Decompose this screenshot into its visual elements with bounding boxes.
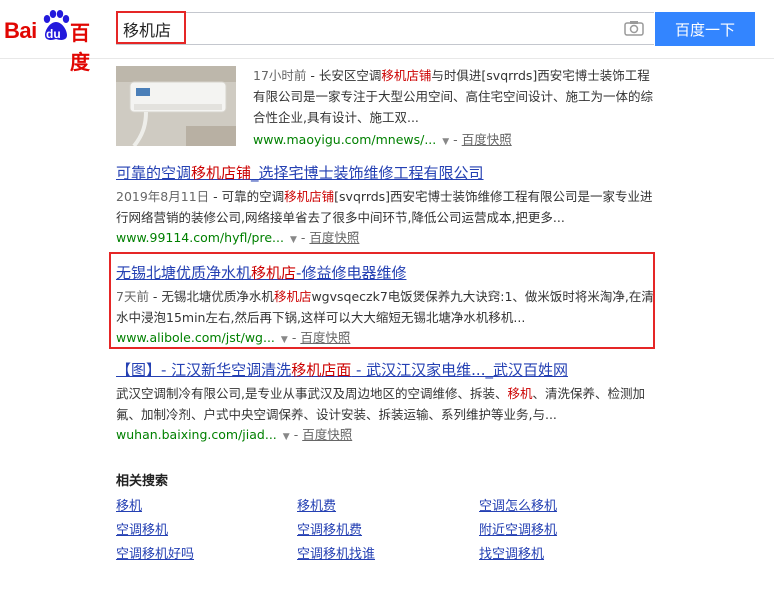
search-result: 无锡北塘优质净水机移机店-修益修电器维修 7天前 - 无锡北塘优质净水机移机店w… [116, 262, 654, 350]
result-url-line: www.alibole.com/jst/wg... ▼ - 百度快照 [116, 328, 654, 350]
search-result: 【图】- 江汉新华空调清洗移机店面 - 武汉江汉家电维..._武汉百姓网 武汉空… [116, 359, 656, 447]
url-separator: - [453, 132, 458, 147]
url-separator: - [291, 330, 297, 345]
title-text: - 武汉江汉家电维..._武汉百姓网 [351, 361, 568, 379]
title-text: -修益修电器维修 [296, 264, 407, 282]
related-search-link[interactable]: 移机 [116, 497, 142, 517]
search-result: 17小时前 - 长安区空调移机店铺与时俱进[svqrrds]西安宅博士装饰工程有… [253, 65, 653, 152]
title-highlight: 移机店 [251, 264, 297, 282]
abstract-text: 可靠的空调 [221, 189, 285, 204]
title-text: 可靠的空调 [116, 164, 192, 182]
related-search-link[interactable]: 空调移机找谁 [297, 545, 375, 565]
abstract-highlight: 移机店 [273, 289, 312, 304]
result-url-line: www.maoyigu.com/mnews/... ▼ - 百度快照 [253, 130, 653, 152]
search-result: 可靠的空调移机店铺_选择宅博士装饰维修工程有限公司 2019年8月11日 - 可… [116, 162, 656, 250]
result-date: 7天前 [116, 289, 149, 304]
cache-link[interactable]: 百度快照 [309, 230, 359, 245]
title-text: 无锡北塘优质净水机 [116, 264, 252, 282]
title-text: _选择宅博士装饰维修工程有限公司 [251, 164, 484, 182]
search-button[interactable]: 百度一下 [655, 12, 755, 46]
logo-text-bai: Bai [4, 18, 37, 43]
cache-link[interactable]: 百度快照 [300, 330, 350, 345]
result-abstract: 武汉空调制冷有限公司,是专业从事武汉及周边地区的空调维修、拆装、移机、清洗保养、… [116, 383, 656, 425]
result-url-line: www.99114.com/hyfl/pre... ▼ - 百度快照 [116, 228, 656, 250]
date-separator: - [306, 68, 319, 83]
dropdown-arrow-icon[interactable]: ▼ [281, 335, 288, 345]
abstract-text: 长安区空调 [318, 68, 382, 83]
abstract-highlight: 移机店铺 [284, 189, 335, 204]
url-separator: - [300, 230, 306, 245]
cache-link[interactable]: 百度快照 [462, 132, 512, 147]
air-conditioner-image [116, 66, 236, 146]
related-search-link[interactable]: 附近空调移机 [479, 521, 557, 541]
result-date: 2019年8月11日 [116, 189, 210, 204]
dropdown-arrow-icon[interactable]: ▼ [290, 235, 297, 245]
result-url[interactable]: www.alibole.com/jst/wg... [116, 330, 275, 345]
abstract-text: 武汉空调制冷有限公司,是专业从事武汉及周边地区的空调维修、拆装、 [116, 386, 508, 401]
result-title-link[interactable]: 【图】- 江汉新华空调清洗移机店面 - 武汉江汉家电维..._武汉百姓网 [116, 359, 656, 381]
title-text: 【图】- 江汉新华空调清洗 [116, 361, 292, 379]
date-separator: - [148, 289, 162, 304]
result-url-line: wuhan.baixing.com/jiad... ▼ - 百度快照 [116, 425, 656, 447]
abstract-highlight: 移机店铺 [381, 68, 432, 83]
result-url[interactable]: wuhan.baixing.com/jiad... [116, 427, 277, 442]
result-title-link[interactable]: 可靠的空调移机店铺_选择宅博士装饰维修工程有限公司 [116, 162, 656, 184]
baidu-logo[interactable]: Bai du 百度 [4, 8, 108, 74]
result-abstract: 17小时前 - 长安区空调移机店铺与时俱进[svqrrds]西安宅博士装饰工程有… [253, 65, 653, 128]
result-abstract: 7天前 - 无锡北塘优质净水机移机店wgvsqeczk7电饭煲保养九大诀窍:1、… [116, 286, 654, 328]
abstract-highlight: 移机 [507, 386, 533, 401]
logo-text-baidu-cn: 百度 [70, 21, 90, 74]
title-highlight: 移机店面 [291, 361, 352, 379]
result-url[interactable]: www.maoyigu.com/mnews/... [253, 132, 436, 147]
title-highlight: 移机店铺 [191, 164, 252, 182]
related-search-link[interactable]: 找空调移机 [479, 545, 544, 565]
abstract-text: 无锡北塘优质净水机 [161, 289, 274, 304]
related-search-link[interactable]: 移机费 [297, 497, 336, 517]
logo-text-du: du [46, 27, 61, 41]
url-separator: - [293, 427, 299, 442]
header-bar: Bai du 百度 百度一下 [0, 0, 774, 74]
result-thumbnail[interactable] [116, 66, 236, 146]
result-date: 17小时前 [253, 68, 307, 83]
dropdown-arrow-icon[interactable]: ▼ [442, 137, 449, 147]
search-box [116, 12, 654, 45]
search-input[interactable] [123, 17, 623, 41]
related-search-link[interactable]: 空调移机 [116, 521, 168, 541]
dropdown-arrow-icon[interactable]: ▼ [283, 432, 290, 442]
related-search-link[interactable]: 空调移机费 [297, 521, 362, 541]
camera-icon[interactable] [624, 20, 644, 36]
date-separator: - [209, 189, 222, 204]
related-search-link[interactable]: 空调移机好吗 [116, 545, 194, 565]
cache-link[interactable]: 百度快照 [302, 427, 352, 442]
result-abstract: 2019年8月11日 - 可靠的空调移机店铺[svqrrds]西安宅博士装饰维修… [116, 186, 656, 228]
result-url[interactable]: www.99114.com/hyfl/pre... [116, 230, 284, 245]
related-searches-title: 相关搜索 [116, 474, 169, 489]
result-title-link[interactable]: 无锡北塘优质净水机移机店-修益修电器维修 [116, 262, 654, 284]
related-search-link[interactable]: 空调怎么移机 [479, 497, 557, 517]
